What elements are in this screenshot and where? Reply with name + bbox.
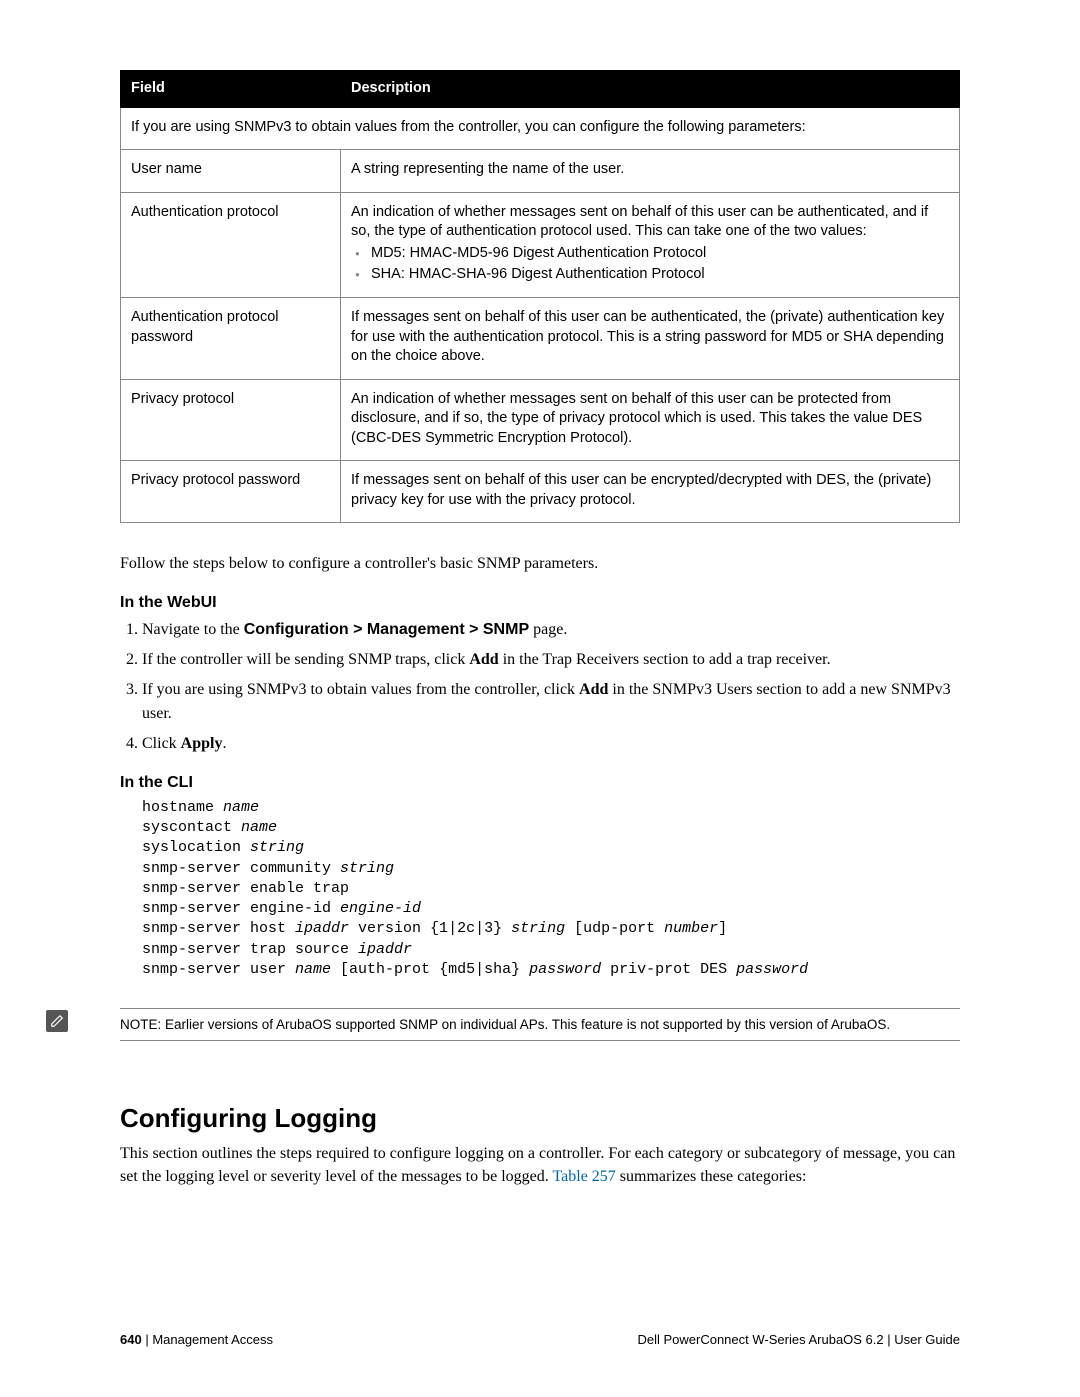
cell-desc-text: An indication of whether messages sent o… bbox=[351, 204, 928, 240]
bullet-item: MD5: HMAC-MD5-96 Digest Authentication P… bbox=[351, 244, 949, 264]
section-body: This section outlines the steps required… bbox=[120, 1142, 960, 1188]
cell-desc: If messages sent on behalf of this user … bbox=[341, 297, 960, 379]
cell-desc: An indication of whether messages sent o… bbox=[341, 379, 960, 461]
note-pencil-icon bbox=[46, 1010, 68, 1032]
footer-right: Dell PowerConnect W-Series ArubaOS 6.2 |… bbox=[637, 1332, 960, 1347]
cell-field: User name bbox=[121, 150, 341, 193]
bullet-item: SHA: HMAC-SHA-96 Digest Authentication P… bbox=[351, 265, 949, 285]
table-row: User name A string representing the name… bbox=[121, 150, 960, 193]
table-257-link[interactable]: Table 257 bbox=[552, 1168, 615, 1185]
page-footer: 640 | Management Access Dell PowerConnec… bbox=[120, 1332, 960, 1347]
heading-cli: In the CLI bbox=[120, 774, 960, 792]
cell-desc: A string representing the name of the us… bbox=[341, 150, 960, 193]
table-row: Authentication protocol An indication of… bbox=[121, 192, 960, 297]
table-intro-row: If you are using SNMPv3 to obtain values… bbox=[121, 107, 960, 150]
footer-left: 640 | Management Access bbox=[120, 1332, 273, 1347]
note-text: NOTE: Earlier versions of ArubaOS suppor… bbox=[120, 1008, 960, 1041]
webui-steps: Navigate to the Configuration > Manageme… bbox=[142, 618, 960, 756]
th-description: Description bbox=[341, 71, 960, 108]
step: Navigate to the Configuration > Manageme… bbox=[142, 618, 960, 642]
cli-code-block: hostname name syscontact name syslocatio… bbox=[142, 798, 960, 980]
cell-field: Privacy protocol bbox=[121, 379, 341, 461]
cell-field: Authentication protocol password bbox=[121, 297, 341, 379]
cell-field: Privacy protocol password bbox=[121, 461, 341, 523]
step: If the controller will be sending SNMP t… bbox=[142, 648, 960, 672]
table-row: Privacy protocol password If messages se… bbox=[121, 461, 960, 523]
cell-desc: If messages sent on behalf of this user … bbox=[341, 461, 960, 523]
table-row: Authentication protocol password If mess… bbox=[121, 297, 960, 379]
table-intro-cell: If you are using SNMPv3 to obtain values… bbox=[121, 107, 960, 150]
heading-configuring-logging: Configuring Logging bbox=[120, 1103, 960, 1134]
note-block: NOTE: Earlier versions of ArubaOS suppor… bbox=[120, 1008, 960, 1041]
follow-text: Follow the steps below to configure a co… bbox=[120, 553, 960, 575]
cell-desc: An indication of whether messages sent o… bbox=[341, 192, 960, 297]
step: Click Apply. bbox=[142, 732, 960, 756]
table-row: Privacy protocol An indication of whethe… bbox=[121, 379, 960, 461]
step: If you are using SNMPv3 to obtain values… bbox=[142, 678, 960, 726]
cell-field: Authentication protocol bbox=[121, 192, 341, 297]
th-field: Field bbox=[121, 71, 341, 108]
snmp-parameters-table: Field Description If you are using SNMPv… bbox=[120, 70, 960, 523]
footer-section: Management Access bbox=[152, 1332, 273, 1347]
page-number: 640 bbox=[120, 1332, 142, 1347]
heading-webui: In the WebUI bbox=[120, 594, 960, 612]
